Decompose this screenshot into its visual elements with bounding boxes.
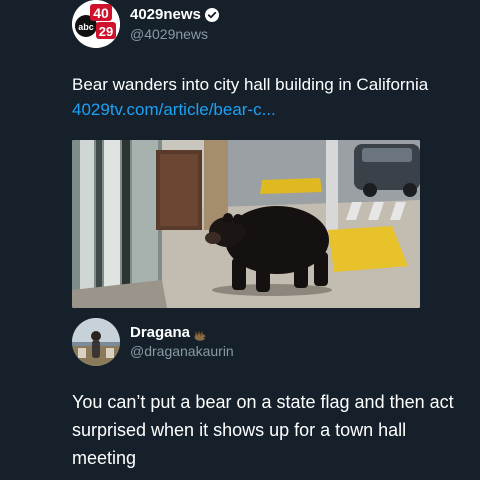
reply-text: You can’t put a bear on a state flag and…	[72, 392, 454, 468]
svg-text:29: 29	[99, 24, 113, 39]
reply-author-name-text: Dragana	[130, 324, 191, 341]
verified-badge-icon	[205, 8, 219, 22]
tweet-text-main: Bear wanders into city hall building in …	[72, 75, 429, 94]
hedgehog-icon	[194, 328, 206, 341]
tweet-screenshot: abc 40 29 4029news @4029news Bear wander…	[0, 0, 480, 480]
author-handle[interactable]: @4029news	[130, 26, 208, 42]
svg-text:abc: abc	[78, 22, 94, 32]
reply-author-handle[interactable]: @draganakaurin	[130, 343, 234, 359]
tweet-header: abc 40 29 4029news @4029news	[72, 0, 432, 50]
reply-author-display-name[interactable]: Dragana	[130, 324, 206, 341]
bear-photo[interactable]	[72, 140, 420, 308]
reply-header: Dragana @draganakaurin	[72, 314, 432, 366]
article-link[interactable]: 4029tv.com/article/bear-c...	[72, 100, 276, 119]
abc-40-29-logo-icon[interactable]: abc 40 29	[72, 0, 120, 48]
user-avatar-photo[interactable]	[72, 318, 120, 366]
svg-text:40: 40	[93, 5, 109, 21]
author-display-name[interactable]: 4029news	[130, 6, 201, 23]
tweet-text: Bear wanders into city hall building in …	[72, 72, 432, 122]
